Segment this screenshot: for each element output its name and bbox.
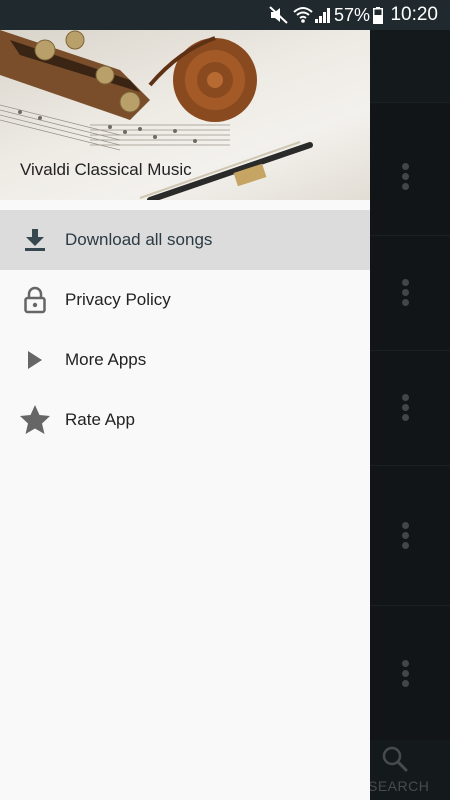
play-icon [18,344,52,376]
menu-item-privacy-policy[interactable]: Privacy Policy [0,270,370,330]
drawer-title: Vivaldi Classical Music [20,160,192,179]
mute-icon [268,0,290,30]
menu-item-rate-app[interactable]: Rate App [0,390,370,450]
menu-item-label: Download all songs [65,230,213,249]
drawer-menu: Download all songs Privacy Policy More A… [0,210,370,450]
status-bar: 57% 10:20 [0,0,450,30]
screen: SEARCH 57% 10:20 Vivaldi Classical Music… [0,0,450,800]
signal-icon [314,0,332,30]
download-icon [18,224,52,256]
star-icon [18,404,52,436]
lock-icon [18,284,52,316]
menu-item-label: More Apps [65,350,147,369]
battery-percent: 57% [333,4,370,25]
clock: 10:20 [390,4,438,25]
menu-item-label: Privacy Policy [65,290,171,309]
navigation-drawer: Vivaldi Classical Music Download all son… [0,30,370,800]
menu-item-download-all-songs[interactable]: Download all songs [0,210,370,270]
menu-item-more-apps[interactable]: More Apps [0,330,370,390]
menu-item-label: Rate App [65,410,135,429]
wifi-icon [292,0,314,30]
battery-icon [373,0,383,30]
drawer-header: Vivaldi Classical Music [0,30,370,200]
